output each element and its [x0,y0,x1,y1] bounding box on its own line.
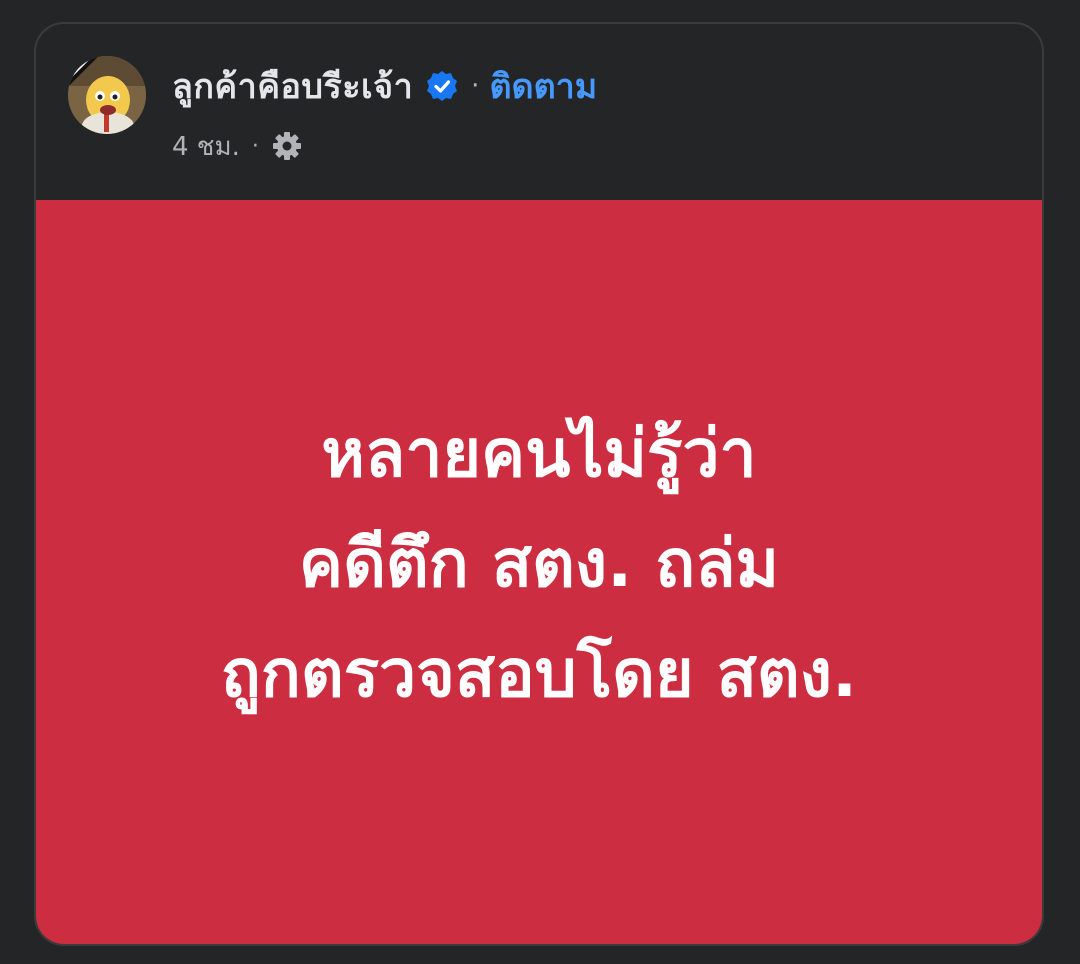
page-name[interactable]: ลูกค้าคือบรีะเจ้า [172,59,413,113]
post-text-line: ถูกตรวจสอบโดย สตง. [220,635,858,712]
post-text: หลายคนไม่รู้ว่า คดีตึก สตง. ถล่ม ถูกตรวจ… [221,399,857,729]
post-card: ลูกค้าคือบรีะเจ้า · ติดตาม 4 ชม. · หลายค… [34,22,1044,946]
post-text-line: คดีตึก สตง. ถล่ม [298,525,780,602]
name-row: ลูกค้าคือบรีะเจ้า · ติดตาม [172,60,597,112]
post-text-background[interactable]: หลายคนไม่รู้ว่า คดีตึก สตง. ถล่ม ถูกตรวจ… [36,200,1042,944]
page-avatar[interactable] [68,56,146,134]
post-header: ลูกค้าคือบรีะเจ้า · ติดตาม 4 ชม. · [36,24,1042,200]
gear-icon[interactable] [271,130,303,162]
post-text-line: หลายคนไม่รู้ว่า [321,415,757,492]
verified-badge-icon [425,69,459,103]
meta-separator: · [251,133,259,159]
follow-button[interactable]: ติดตาม [489,59,597,113]
post-timestamp[interactable]: 4 ชม. [172,126,240,167]
meta-row: 4 ชม. · [172,126,303,166]
name-separator: · [471,71,480,101]
